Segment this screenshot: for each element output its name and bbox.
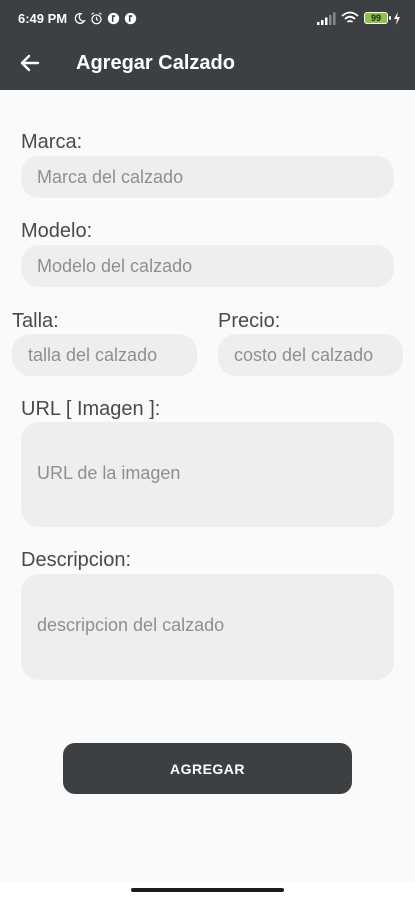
modelo-label: Modelo: [21,220,93,242]
url-label: URL [ Imagen ]: [21,398,161,420]
url-input[interactable] [21,422,394,527]
moon-icon [74,12,86,24]
status-left: 6:49 PM [18,11,137,26]
status-time: 6:49 PM [18,10,68,26]
agregar-button[interactable]: AGREGAR [63,743,352,794]
app-icon [107,12,120,24]
battery-level: 99 [370,13,381,23]
precio-label: Precio: [218,310,281,332]
app-icon [124,12,137,24]
home-indicator[interactable] [131,888,284,892]
marca-label: Marca: [21,131,83,153]
status-right: 99 [316,11,401,25]
wifi-icon [341,11,359,23]
precio-input[interactable] [218,334,403,376]
page-title: Agregar Calzado [76,51,235,74]
back-button[interactable] [0,36,60,90]
modelo-input[interactable] [21,245,394,287]
marca-input[interactable] [21,156,394,198]
navigation-bar [0,882,415,900]
app-bar: Agregar Calzado [0,36,415,90]
charging-icon [394,11,400,25]
battery-icon: 99 [364,12,391,24]
descripcion-label: Descripcion: [21,549,132,571]
descripcion-input[interactable] [21,574,394,680]
alarm-icon [91,11,102,24]
talla-input[interactable] [12,334,197,376]
signal-icon [317,12,336,25]
talla-label: Talla: [12,310,59,332]
status-bar: 6:49 PM 99 [0,0,415,36]
arrow-back-icon [20,54,40,72]
